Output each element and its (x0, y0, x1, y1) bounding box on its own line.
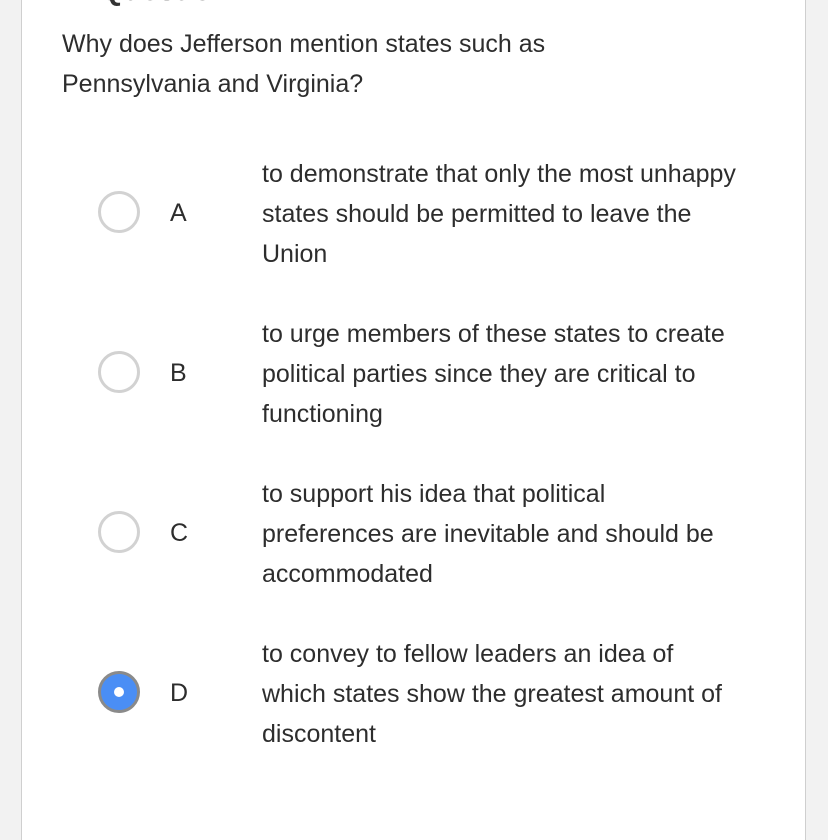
option-text-c: to support his idea that political prefe… (262, 480, 714, 588)
option-letter-a: A (170, 199, 187, 227)
option-text-b: to urge members of these states to creat… (262, 320, 725, 428)
radio-button-b[interactable] (98, 351, 140, 393)
answer-option-b[interactable]: B to urge members of these states to cre… (22, 314, 807, 434)
question-title: Question 2 (100, 0, 255, 8)
option-letter-b: B (170, 359, 187, 387)
option-text-d: to convey to fellow leaders an idea of w… (262, 640, 722, 748)
pencil-icon (62, 0, 86, 3)
radio-button-c[interactable] (98, 511, 140, 553)
answer-option-d[interactable]: D to convey to fellow leaders an idea of… (22, 634, 807, 754)
option-letter-d: D (170, 679, 189, 707)
option-text-a: to demonstrate that only the most unhapp… (262, 160, 736, 268)
radio-button-a[interactable] (98, 191, 140, 233)
answer-option-a[interactable]: A to demonstrate that only the most unha… (22, 154, 807, 274)
question-header: Question 2 (62, 0, 255, 8)
question-text: Why does Jefferson mention states such a… (62, 30, 546, 98)
option-letter-c: C (170, 519, 189, 547)
answer-option-c[interactable]: C to support his idea that political pre… (22, 474, 807, 594)
question-card: Question 2 Why does Jefferson mention st… (21, 0, 806, 840)
radio-button-d[interactable] (98, 671, 140, 713)
